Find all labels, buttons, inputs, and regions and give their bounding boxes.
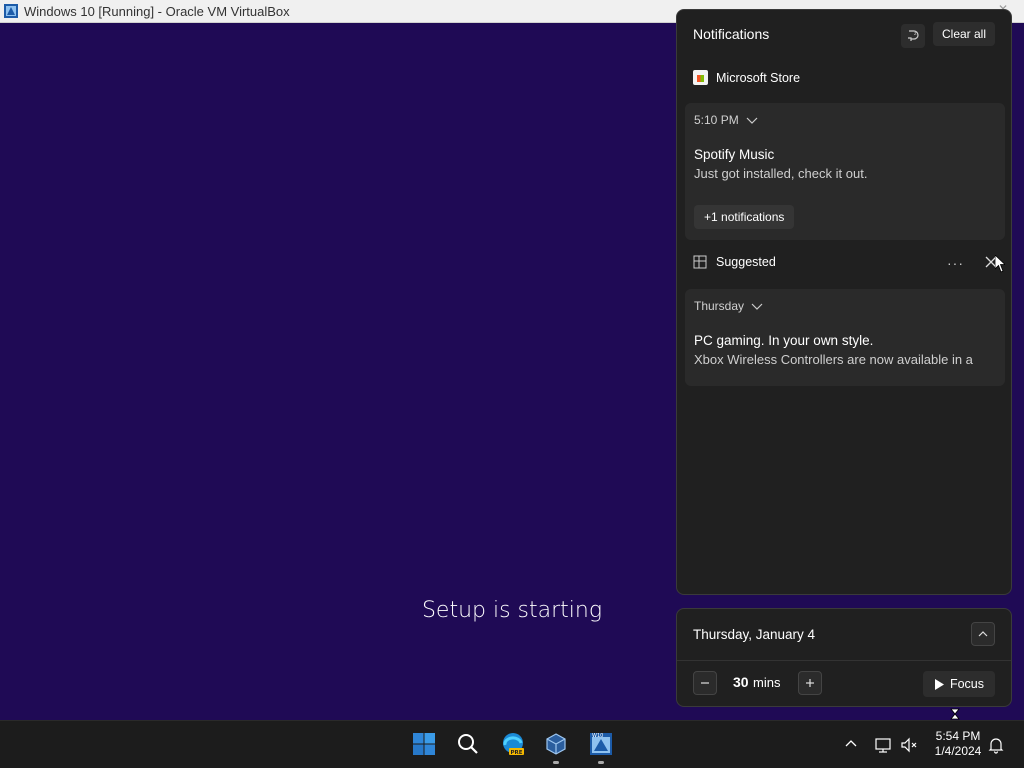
calendar-date: Thursday, January 4 [693, 627, 816, 642]
network-icon[interactable] [874, 736, 892, 754]
clock-time: 5:54 PM [935, 729, 981, 743]
calendar-focus-panel: Thursday, January 4 30 mins Focus [676, 608, 1012, 707]
svg-text:z: z [914, 31, 917, 37]
show-hidden-icons-chevron-up-icon[interactable] [844, 737, 858, 751]
edge-pre-button[interactable]: PRE [498, 729, 528, 759]
clock-date: 1/4/2024 [934, 744, 982, 758]
chevron-down-icon [751, 303, 763, 310]
notification-time: Thursday [694, 299, 745, 313]
windows-start-icon [413, 733, 435, 755]
vbox-window-title: Windows 10 [Running] - Oracle VM Virtual… [24, 3, 290, 19]
notification-title: PC gaming. In your own style. [694, 333, 874, 348]
virtualbox-icon [546, 733, 566, 755]
hourglass-cursor-icon [950, 708, 960, 720]
minus-icon [701, 682, 709, 684]
notifications-header: Notifications [693, 26, 770, 42]
taskbar-clock[interactable]: 5:54 PM 1/4/2024 [926, 729, 990, 759]
suggested-label: Suggested [716, 255, 776, 269]
do-not-disturb-icon: z [908, 30, 919, 41]
divider [677, 660, 1011, 661]
search-icon [458, 734, 478, 754]
running-indicator [553, 761, 559, 764]
increase-minutes-button[interactable] [798, 671, 822, 695]
chevron-up-icon [978, 631, 988, 637]
app-group-name: Microsoft Store [716, 70, 801, 85]
notification-time: 5:10 PM [694, 113, 739, 127]
focus-minutes-unit: mins [753, 675, 781, 690]
search-button[interactable] [453, 729, 483, 759]
notification-card[interactable]: 5:10 PM Spotify Music Just got installed… [685, 103, 1005, 240]
suggested-icon [693, 255, 707, 269]
notification-card[interactable]: Thursday PC gaming. In your own style. X… [685, 289, 1005, 386]
edge-pre-icon: PRE [503, 733, 524, 756]
notification-center: Notifications z Clear all Microsoft Stor… [676, 9, 1012, 595]
notification-body: Just got installed, check it out. [694, 166, 868, 181]
calendar-collapse-button[interactable] [971, 622, 995, 646]
notification-body: Xbox Wireless Controllers are now availa… [694, 352, 973, 367]
running-indicator [598, 761, 604, 764]
windows-start-button[interactable] [409, 729, 439, 759]
virtualbox-button[interactable] [541, 729, 571, 759]
clear-all-button[interactable]: Clear all [933, 22, 995, 46]
notification-time-toggle[interactable]: 5:10 PM [694, 113, 759, 127]
more-options-icon[interactable]: ··· [947, 255, 964, 271]
microsoft-store-icon [693, 70, 708, 85]
notification-time-toggle[interactable]: Thursday [694, 299, 764, 313]
start-focus-button[interactable]: Focus [923, 671, 995, 697]
more-notifications-button[interactable]: +1 notifications [694, 205, 795, 229]
focus-session-row: 30 mins Focus [693, 671, 997, 697]
suggested-header: Suggested ··· [693, 255, 999, 271]
focus-button-label: Focus [949, 677, 985, 691]
notification-title: Spotify Music [694, 147, 775, 162]
mouse-cursor-icon [995, 255, 1005, 273]
svg-text:W10: W10 [592, 733, 603, 739]
volume-muted-icon[interactable] [900, 736, 918, 754]
play-icon [934, 678, 944, 690]
decrease-minutes-button[interactable] [693, 671, 717, 695]
virtualbox-manager-icon: W10 [590, 733, 612, 755]
svg-text:PRE: PRE [511, 750, 523, 756]
app-group-header: Microsoft Store [693, 70, 800, 85]
notification-bell-icon[interactable] [987, 736, 1005, 754]
taskbar: PRE W10 5:54 PM 1/4/2024 [0, 720, 1024, 768]
chevron-down-icon [746, 117, 758, 124]
virtualbox-window-icon [4, 4, 18, 18]
focus-minutes-value: 30 [733, 674, 749, 690]
plus-icon [806, 679, 814, 687]
virtualbox-manager-button[interactable]: W10 [586, 729, 616, 759]
do-not-disturb-button[interactable]: z [901, 24, 925, 48]
